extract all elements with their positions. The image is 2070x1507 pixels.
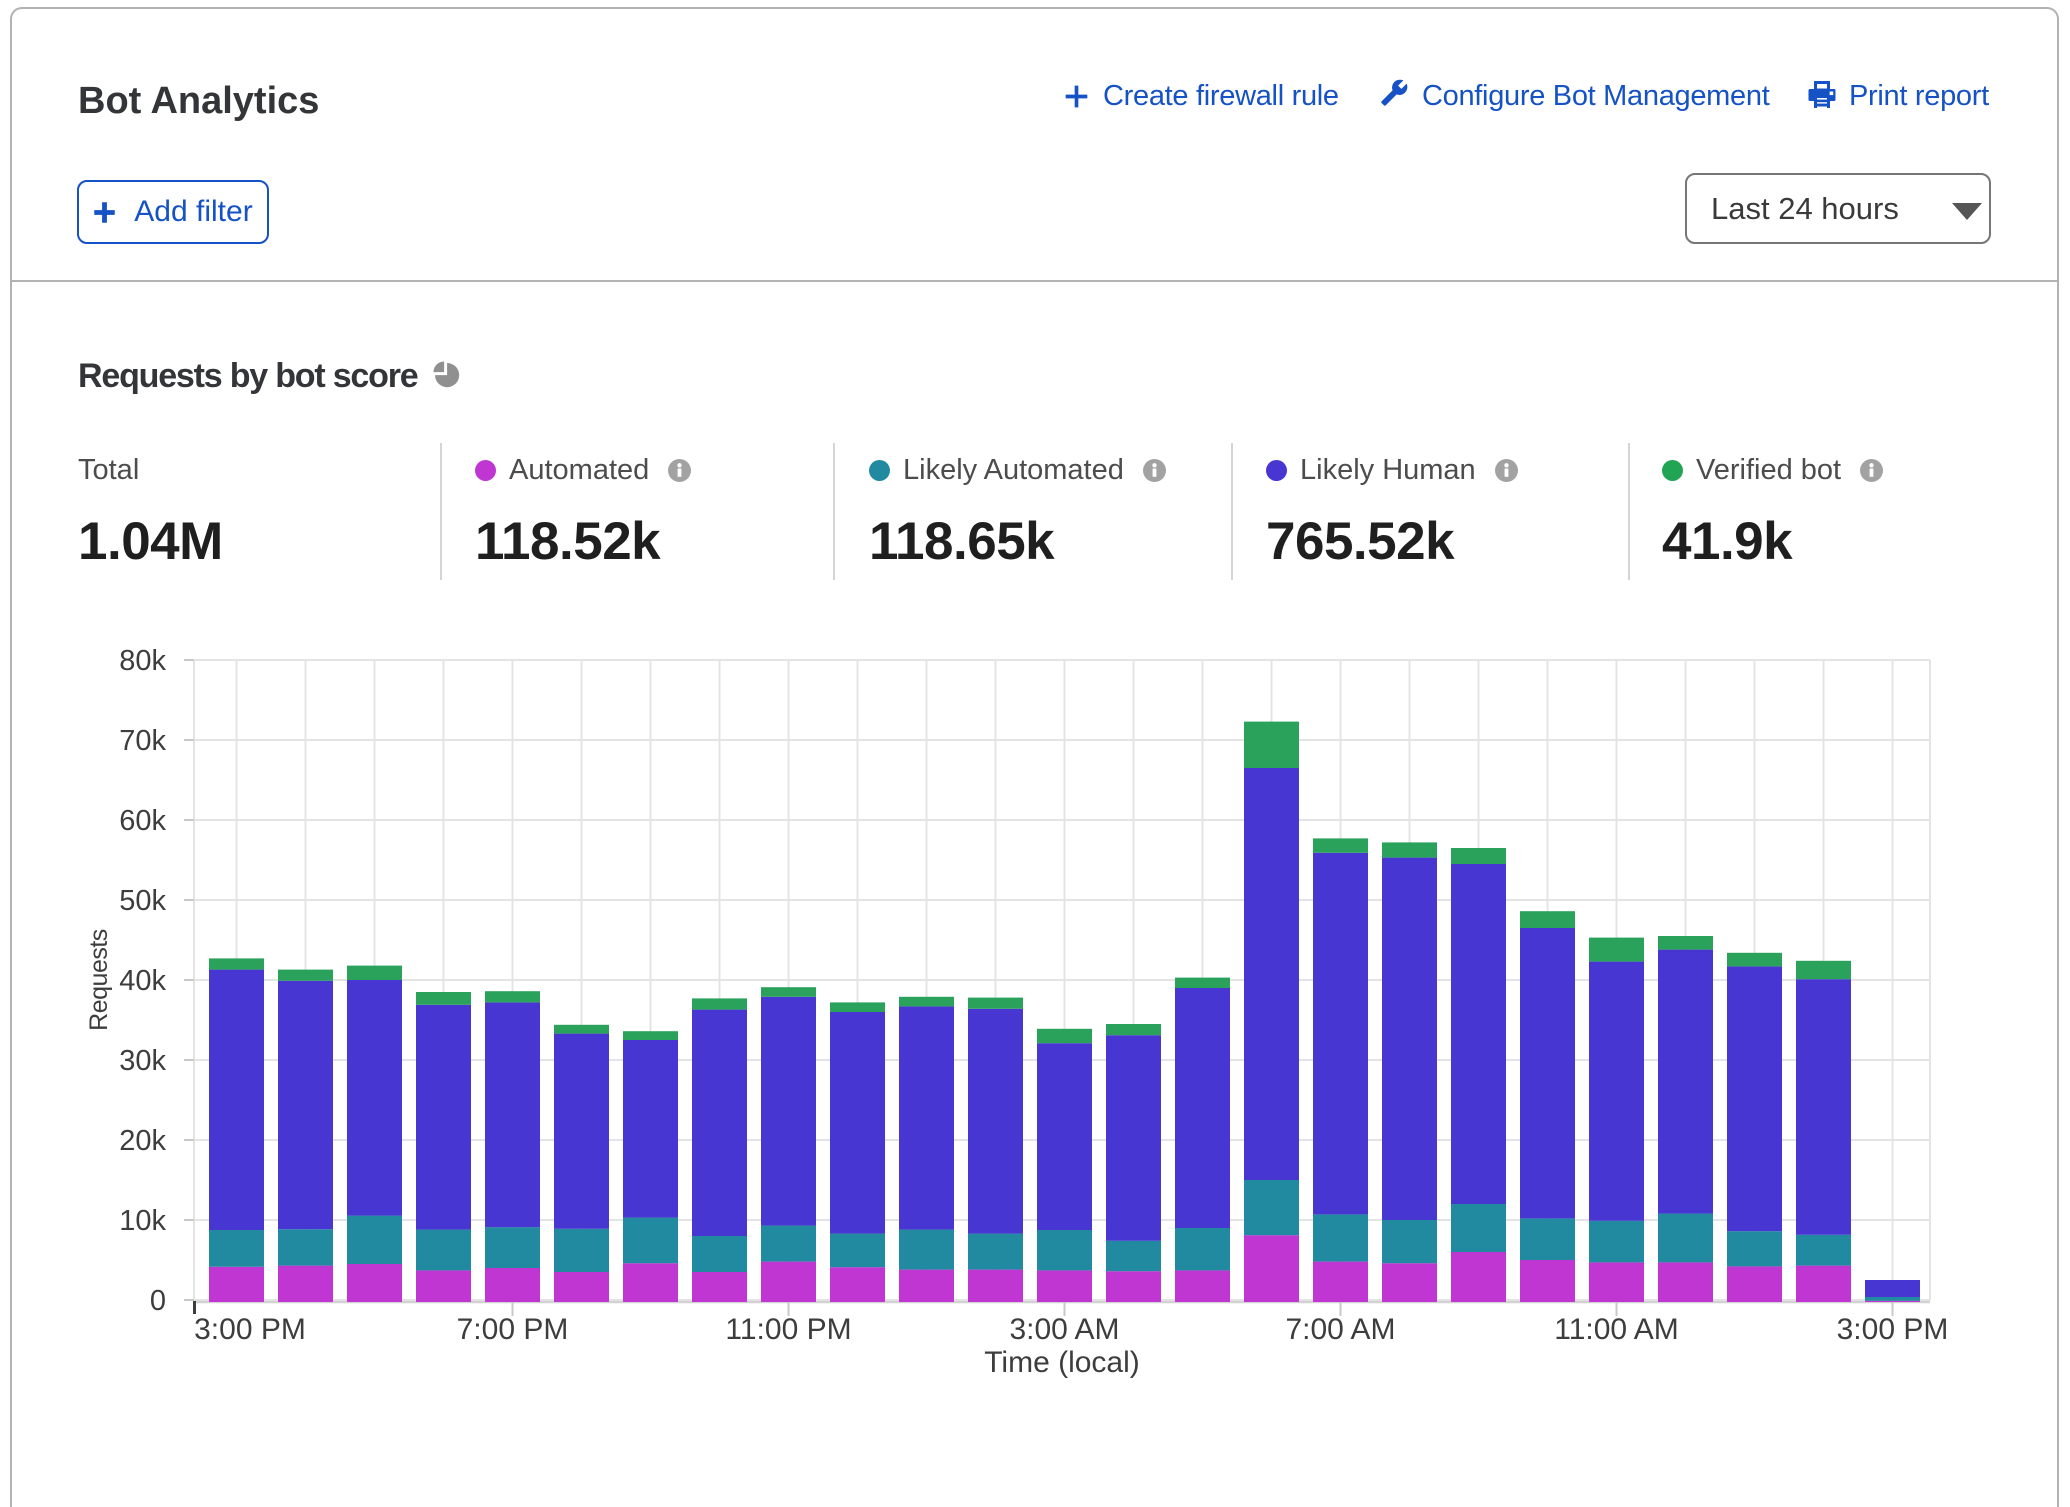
svg-text:20k: 20k [119, 1125, 166, 1157]
svg-text:70k: 70k [119, 725, 166, 757]
svg-text:0: 0 [150, 1285, 166, 1317]
svg-text:7:00 PM: 7:00 PM [457, 1313, 569, 1346]
svg-text:11:00 AM: 11:00 AM [1554, 1313, 1679, 1346]
svg-text:30k: 30k [119, 1045, 166, 1077]
svg-text:3:00 PM: 3:00 PM [194, 1313, 306, 1346]
svg-text:11:00 PM: 11:00 PM [725, 1313, 851, 1346]
svg-text:7:00 AM: 7:00 AM [1285, 1313, 1395, 1346]
svg-text:3:00 PM: 3:00 PM [1837, 1313, 1949, 1346]
svg-text:Requests: Requests [85, 929, 113, 1031]
svg-text:50k: 50k [119, 885, 166, 917]
svg-text:10k: 10k [119, 1205, 166, 1237]
svg-text:60k: 60k [119, 805, 166, 837]
svg-text:40k: 40k [119, 965, 166, 997]
svg-text:80k: 80k [119, 645, 166, 677]
svg-text:3:00 AM: 3:00 AM [1009, 1313, 1119, 1346]
svg-text:Time (local): Time (local) [984, 1346, 1140, 1379]
